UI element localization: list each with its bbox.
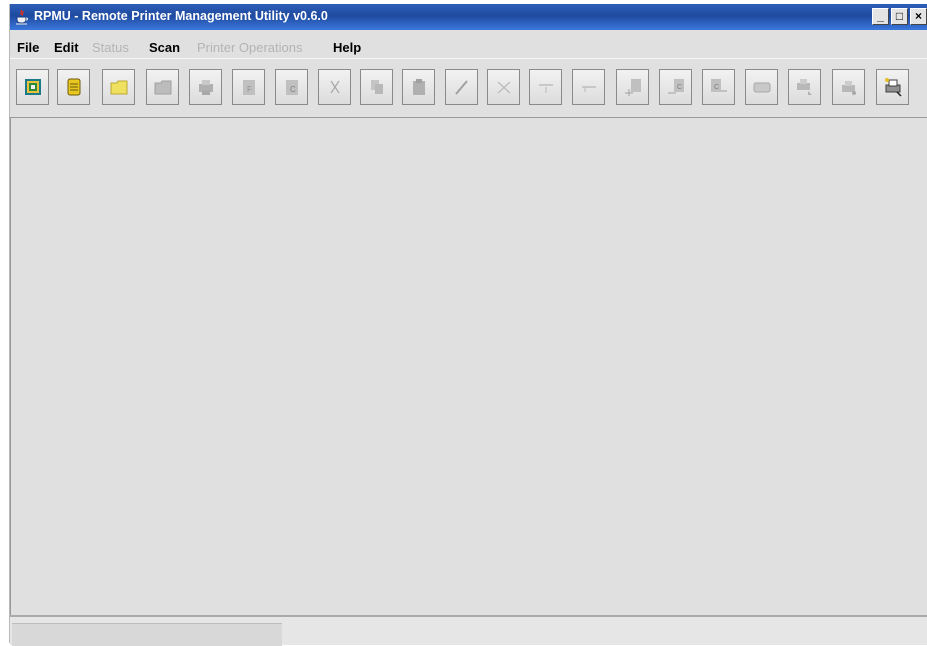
insert-up-icon (582, 86, 596, 92)
tb-printer-reset-button[interactable] (788, 69, 821, 105)
printer-status-icon (199, 80, 213, 95)
tb-display-panel-button[interactable] (745, 69, 778, 105)
menu-help[interactable]: Help (333, 40, 361, 55)
minimize-button[interactable]: _ (872, 8, 889, 25)
folder-icon (154, 80, 172, 95)
main-workspace (10, 118, 927, 615)
file-f-icon: F (243, 80, 255, 95)
download-c-icon: C (711, 79, 727, 92)
window-title: RPMU - Remote Printer Management Utility… (34, 9, 328, 23)
tb-paste-button[interactable] (402, 69, 435, 105)
tb-edit-button[interactable] (445, 69, 478, 105)
tb-download-c-button[interactable]: C (702, 69, 735, 105)
svg-text:C: C (714, 84, 719, 91)
app-window: RPMU - Remote Printer Management Utility… (9, 4, 927, 646)
title-bar[interactable]: RPMU - Remote Printer Management Utility… (10, 4, 927, 30)
edit-pencil-icon (455, 80, 468, 95)
svg-text:F: F (247, 85, 252, 94)
svg-text:C: C (290, 85, 296, 94)
upload-f-icon (625, 79, 641, 96)
upload-c-icon: C (668, 79, 684, 94)
tb-upload-c-button[interactable]: C (659, 69, 692, 105)
maximize-button[interactable]: □ (891, 8, 908, 25)
menu-status[interactable]: Status (92, 40, 129, 55)
tb-copy-button[interactable] (360, 69, 393, 105)
printer-list-icon (67, 78, 81, 96)
tb-open-button[interactable] (102, 69, 135, 105)
close-button[interactable]: × (910, 8, 927, 25)
window-controls: _ □ × (872, 8, 927, 26)
status-bar (10, 615, 927, 646)
tb-delete-button[interactable] (487, 69, 520, 105)
tb-printer-status-button[interactable] (189, 69, 222, 105)
tb-file-c-button[interactable]: C (275, 69, 308, 105)
open-folder-icon (110, 80, 128, 95)
delete-x-icon (497, 81, 511, 94)
tb-printer-list-button[interactable] (57, 69, 90, 105)
cut-icon (330, 80, 340, 94)
display-panel-icon (753, 82, 771, 93)
toolbar: F C C C (10, 58, 927, 118)
tb-insert-up-button[interactable] (572, 69, 605, 105)
paste-icon (413, 79, 425, 95)
tb-printer-config-button[interactable] (832, 69, 865, 105)
tb-upload-f-button[interactable] (616, 69, 649, 105)
insert-down-icon (539, 84, 553, 93)
tb-folder-button[interactable] (146, 69, 179, 105)
tb-insert-down-button[interactable] (529, 69, 562, 105)
menu-printer-operations[interactable]: Printer Operations (197, 40, 303, 55)
java-cup-icon (16, 9, 28, 25)
copy-icon (371, 80, 383, 94)
menu-scan[interactable]: Scan (149, 40, 180, 55)
tb-printer-scan-button[interactable] (876, 69, 909, 105)
file-c-icon: C (286, 80, 298, 95)
printer-scan-icon (885, 78, 902, 97)
menu-bar: File Edit Status Scan Printer Operations… (10, 30, 927, 58)
tb-file-f-button[interactable]: F (232, 69, 265, 105)
svg-text:C: C (677, 84, 682, 91)
menu-edit[interactable]: Edit (54, 40, 79, 55)
menu-file[interactable]: File (17, 40, 39, 55)
tb-network-printer-button[interactable] (16, 69, 49, 105)
printer-reset-icon (797, 79, 812, 95)
network-printer-icon (25, 79, 41, 95)
tb-cut-button[interactable] (318, 69, 351, 105)
printer-config-icon (842, 81, 856, 95)
